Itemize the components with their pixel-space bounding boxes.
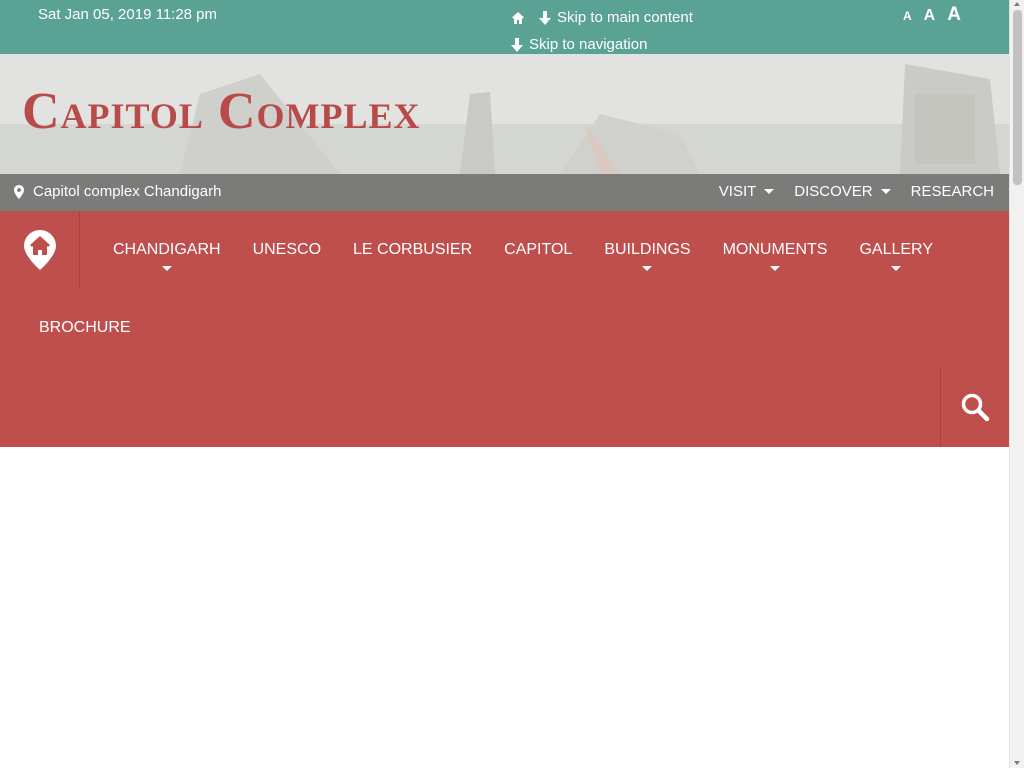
- menu-capitol-label: CAPITOL: [504, 241, 573, 258]
- vertical-scrollbar[interactable]: [1009, 0, 1024, 768]
- scroll-up-icon[interactable]: [1014, 2, 1020, 6]
- menu-unesco[interactable]: UNESCO: [237, 211, 337, 289]
- home-pin-icon: [23, 230, 56, 270]
- home-icon[interactable]: [511, 11, 525, 25]
- menu-le-corbusier[interactable]: LE CORBUSIER: [337, 211, 488, 289]
- arrow-down-icon: [511, 37, 523, 52]
- arrow-down-icon: [539, 10, 551, 25]
- font-large-button[interactable]: A: [947, 4, 961, 26]
- menu-gallery[interactable]: GALLERY: [843, 211, 949, 289]
- menu-unesco-label: UNESCO: [252, 241, 322, 258]
- nav-visit[interactable]: VISIT: [719, 183, 775, 200]
- date-time: Sat Jan 05, 2019 11:28 pm: [38, 6, 218, 23]
- map-pin-icon: [14, 184, 24, 199]
- nav-discover[interactable]: DISCOVER: [794, 183, 891, 200]
- skip-main-link[interactable]: Skip to main content: [557, 4, 693, 31]
- site-title[interactable]: Capitol Complex: [22, 82, 420, 141]
- scroll-thumb[interactable]: [1013, 10, 1022, 185]
- caret-down-icon: [891, 266, 902, 271]
- search-icon: [961, 393, 990, 422]
- menu-chandigarh-label: CHANDIGARH: [113, 241, 221, 258]
- location-text: Capitol complex Chandigarh: [33, 183, 222, 200]
- nav-visit-label: VISIT: [718, 183, 757, 200]
- font-medium-button[interactable]: A: [924, 7, 936, 25]
- font-small-button[interactable]: A: [903, 9, 912, 23]
- nav-discover-label: DISCOVER: [794, 183, 873, 200]
- nav-research[interactable]: RESEARCH: [911, 183, 994, 200]
- main-nav: CHANDIGARH UNESCO LE CORBUSIER CAPITOL B…: [0, 211, 1009, 447]
- menu-capitol[interactable]: CAPITOL: [488, 211, 588, 289]
- header-banner: Capitol Complex: [0, 54, 1009, 174]
- search-button[interactable]: [940, 367, 1009, 447]
- skip-main-row: Skip to main content: [511, 4, 693, 31]
- menu-chandigarh[interactable]: CHANDIGARH: [97, 211, 237, 289]
- caret-down-icon: [161, 266, 172, 271]
- location: Capitol complex Chandigarh: [14, 183, 221, 200]
- menu-buildings[interactable]: BUILDINGS: [588, 211, 706, 289]
- font-size-controls: A A A: [903, 4, 961, 26]
- main-menu: CHANDIGARH UNESCO LE CORBUSIER CAPITOL B…: [97, 211, 949, 289]
- home-button[interactable]: [0, 211, 80, 289]
- menu-monuments[interactable]: MONUMENTS: [707, 211, 844, 289]
- secondary-nav: VISIT DISCOVER RESEARCH: [719, 183, 994, 200]
- top-bar: Sat Jan 05, 2019 11:28 pm Skip to main c…: [0, 0, 1009, 54]
- menu-buildings-label: BUILDINGS: [604, 241, 691, 258]
- caret-down-icon: [764, 189, 775, 194]
- menu-gallery-label: GALLERY: [859, 241, 933, 258]
- scroll-down-icon[interactable]: [1014, 761, 1020, 765]
- caret-down-icon: [880, 189, 891, 194]
- menu-brochure[interactable]: BROCHURE: [39, 319, 131, 337]
- caret-down-icon: [770, 266, 781, 271]
- menu-monuments-label: MONUMENTS: [722, 241, 828, 258]
- menu-le-corbusier-label: LE CORBUSIER: [353, 241, 473, 258]
- secondary-bar: Capitol complex Chandigarh VISIT DISCOVE…: [0, 174, 1009, 211]
- nav-research-label: RESEARCH: [910, 183, 994, 200]
- skip-links: Skip to main content Skip to navigation: [511, 4, 693, 58]
- caret-down-icon: [642, 266, 653, 271]
